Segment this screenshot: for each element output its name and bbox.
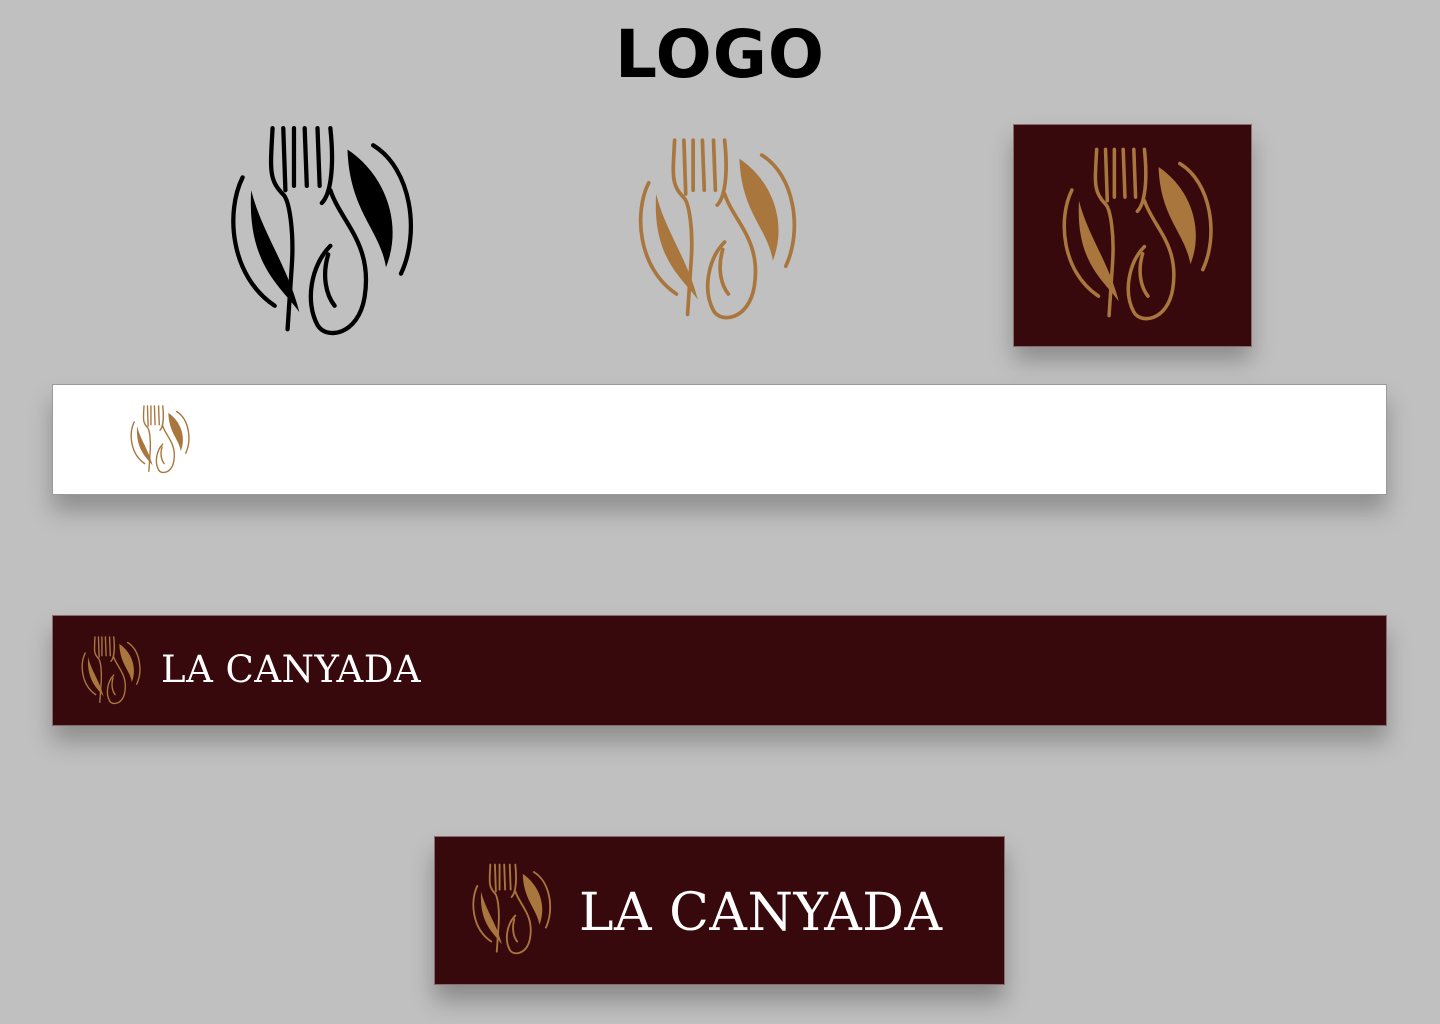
brand-wordmark: LA CANYADA — [161, 648, 422, 691]
fork-and-spoon-icon — [638, 138, 797, 320]
burgundy-banner: LA CANYADA — [52, 615, 1387, 726]
brand-wordmark: LA CANYADA — [579, 883, 943, 943]
logo-square-burgundy — [1013, 124, 1252, 347]
page-title: LOGO — [614, 16, 826, 93]
fork-and-spoon-icon — [1062, 147, 1213, 321]
white-banner — [52, 384, 1387, 495]
fork-and-spoon-icon — [222, 126, 428, 340]
burgundy-logo-box: LA CANYADA — [434, 836, 1005, 985]
fork-and-spoon-icon — [81, 636, 141, 705]
fork-and-spoon-icon — [472, 863, 552, 955]
fork-and-spoon-icon — [130, 405, 190, 474]
